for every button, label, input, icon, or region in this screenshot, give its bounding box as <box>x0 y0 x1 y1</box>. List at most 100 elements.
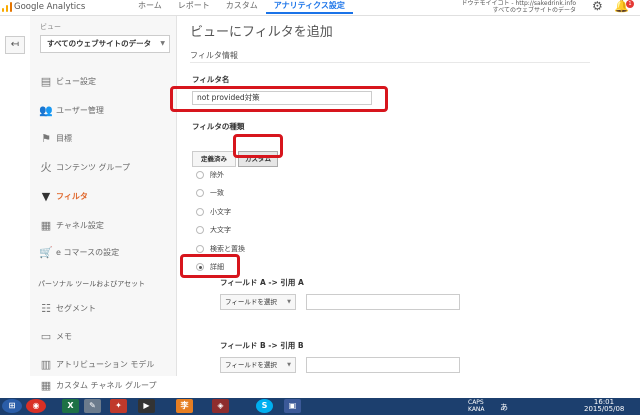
radio-button[interactable] <box>196 208 204 216</box>
radio-button[interactable] <box>196 171 204 179</box>
radio-lowercase[interactable]: 小文字 <box>196 207 231 217</box>
taskbar: ⊞ ◉ X ✎ ✦ ▶ 李 ◈ S ▣ CAPS KANA あ 16:01 20… <box>0 398 640 415</box>
radio-label: 除外 <box>210 171 224 179</box>
filter-type-label: フィルタの種類 <box>192 122 245 131</box>
sidebar-item-label: アトリビューション モデル <box>56 359 155 369</box>
radio-exclude[interactable]: 除外 <box>196 170 224 180</box>
sidebar-item-label: チャネル設定 <box>56 220 104 230</box>
filter-name-label: フィルタ名 <box>192 75 230 84</box>
account-selector[interactable]: ドウテモイイコト - http://sakedrink.info すべてのウェブ… <box>446 0 577 14</box>
game-icon[interactable]: ◈ <box>212 399 229 413</box>
radio-button[interactable] <box>196 226 204 234</box>
filter-icon: ▼ <box>41 189 51 203</box>
sidebar-item-ecommerce[interactable]: 🛒 e コマースの設定 <box>30 242 176 262</box>
notification-badge: 1 <box>626 0 634 8</box>
radio-button[interactable] <box>196 245 204 253</box>
sidebar-item-label: メモ <box>56 331 72 341</box>
kanji-app-icon[interactable]: 李 <box>176 399 193 413</box>
gear-icon[interactable]: ⚙ <box>592 0 603 12</box>
cart-icon: 🛒 <box>39 245 53 259</box>
top-bar: Google Analytics ホーム レポート カスタム アナリティクス設定… <box>0 0 640 16</box>
system-clock[interactable]: 16:01 2015/05/08 <box>584 399 624 413</box>
chevron-down-icon: ▼ <box>160 40 165 47</box>
sidebar-item-label: フィルタ <box>56 191 88 201</box>
clock-date: 2015/05/08 <box>584 405 625 413</box>
notepad-icon[interactable]: ✎ <box>84 399 101 413</box>
chevron-down-icon: ▼ <box>287 299 291 305</box>
radio-uppercase[interactable]: 大文字 <box>196 225 231 235</box>
filter-name-input[interactable]: not provided対策 <box>192 91 372 105</box>
nav-home[interactable]: ホーム <box>130 0 170 14</box>
ime-indicator[interactable]: あ <box>500 402 508 413</box>
chrome-icon[interactable]: ◉ <box>26 399 46 413</box>
nav-admin[interactable]: アナリティクス設定 <box>265 0 353 14</box>
sidebar-item-custom-channel-grouping[interactable]: ▦ カスタム チャネル グループ <box>30 378 176 392</box>
radio-advanced[interactable]: 詳細 <box>196 262 224 272</box>
chevron-down-icon: ▼ <box>287 362 291 368</box>
back-button[interactable]: ↤ <box>5 36 25 54</box>
windows-start-icon[interactable]: ⊞ <box>2 399 22 413</box>
top-nav: ホーム レポート カスタム アナリティクス設定 <box>130 0 353 14</box>
radio-button[interactable] <box>196 189 204 197</box>
sidebar-item-label: コンテンツ グループ <box>56 162 131 172</box>
sidebar: ビュー すべてのウェブサイトのデータ ▼ ▤ ビュー設定 👥 ユーザー管理 ⚑ … <box>30 16 177 392</box>
radio-label: 詳細 <box>210 263 224 271</box>
channel-icon: ▦ <box>40 218 52 232</box>
sidebar-item-label: ユーザー管理 <box>56 105 104 115</box>
sidebar-item-annotations[interactable]: ▭ メモ <box>30 326 176 346</box>
sidebar-item-attribution-models[interactable]: ▥ アトリビューション モデル <box>30 354 176 374</box>
predefined-button[interactable]: 定義済み <box>192 151 236 167</box>
account-name: ドウテモイイコト - http://sakedrink.info <box>461 0 577 7</box>
section-title: フィルタ情報 <box>190 51 238 60</box>
radio-search-replace[interactable]: 検索と置換 <box>196 244 245 254</box>
divider <box>190 62 590 63</box>
excel-icon[interactable]: X <box>62 399 79 413</box>
users-icon: 👥 <box>39 103 53 117</box>
back-arrow-icon: ↤ <box>10 39 20 50</box>
account-view: すべてのウェブサイトのデータ <box>492 7 576 14</box>
field-b-label: フィールド B -> 引用 B <box>220 341 304 350</box>
memo-icon: ▭ <box>40 329 52 343</box>
bar-chart-icon: ▥ <box>40 357 52 371</box>
sidebar-item-content-grouping[interactable]: ⽕ コンテンツ グループ <box>30 157 176 177</box>
document-icon: ▤ <box>40 74 52 88</box>
sidebar-item-label: ビュー設定 <box>56 76 96 86</box>
radio-label: 小文字 <box>210 208 231 216</box>
video-icon[interactable]: ▶ <box>138 399 155 413</box>
field-b-select[interactable]: フィールドを選択 ▼ <box>220 357 296 373</box>
kana-indicator: KANA <box>468 406 485 413</box>
highlight-box <box>233 134 283 158</box>
page-title: ビューにフィルタを追加 <box>190 25 333 40</box>
nav-custom[interactable]: カスタム <box>218 0 266 14</box>
section-header-personal-tools: パーソナル ツールおよびアセット <box>38 280 146 288</box>
field-a-select[interactable]: フィールドを選択 ▼ <box>220 294 296 310</box>
field-a-select-value: フィールドを選択 <box>225 298 277 306</box>
skype-icon[interactable]: S <box>256 399 273 413</box>
sidebar-item-goals[interactable]: ⚑ 目標 <box>30 128 176 148</box>
main-content: ビューにフィルタを追加 フィルタ情報 フィルタ名 not provided対策 … <box>170 16 640 376</box>
sidebar-item-filters[interactable]: ▼ フィルタ <box>30 186 176 206</box>
sidebar-item-user-management[interactable]: 👥 ユーザー管理 <box>30 100 176 120</box>
nav-reports[interactable]: レポート <box>170 0 218 14</box>
sidebar-item-channel-settings[interactable]: ▦ チャネル設定 <box>30 215 176 235</box>
sidebar-item-view-settings[interactable]: ▤ ビュー設定 <box>30 71 176 91</box>
app-icon[interactable]: ✦ <box>110 399 127 413</box>
brand[interactable]: Google Analytics <box>2 0 85 14</box>
field-a-input[interactable] <box>306 294 460 310</box>
radio-label: 大文字 <box>210 226 231 234</box>
radio-label: 検索と置換 <box>210 245 245 253</box>
view-label: ビュー <box>40 23 61 31</box>
view-dropdown[interactable]: すべてのウェブサイトのデータ ▼ <box>40 35 170 53</box>
sidebar-item-label: e コマースの設定 <box>56 247 120 257</box>
google-analytics-logo-icon <box>2 2 12 12</box>
field-b-input[interactable] <box>306 357 460 373</box>
radio-button-checked[interactable] <box>196 263 204 271</box>
sidebar-item-segments[interactable]: ☷ セグメント <box>30 298 176 318</box>
segment-icon: ☷ <box>41 301 51 315</box>
flag-icon: ⚑ <box>41 131 51 145</box>
radio-label: 一致 <box>210 189 224 197</box>
field-a-label: フィールド A -> 引用 A <box>220 278 304 287</box>
caps-indicator: CAPS <box>468 399 484 406</box>
radio-include[interactable]: 一致 <box>196 188 224 198</box>
app-icon[interactable]: ▣ <box>284 399 301 413</box>
